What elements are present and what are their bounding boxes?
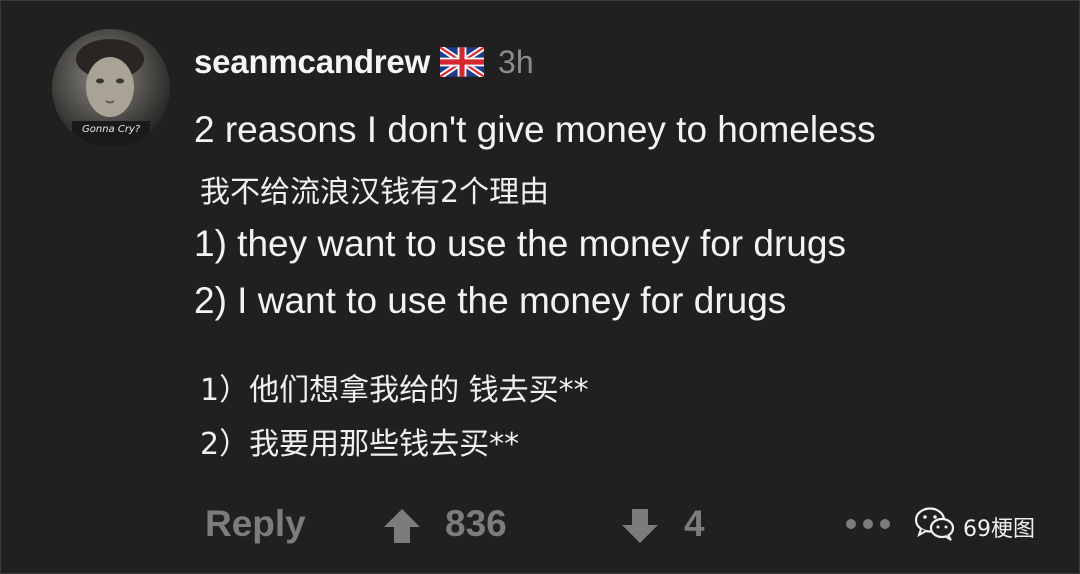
username[interactable]: seanmcandrew [194, 43, 430, 81]
downvote-count: 4 [684, 503, 705, 544]
comment-text-line: 2 reasons I don't give money to homeless [194, 109, 876, 150]
comment-header: seanmcandrew 3h [194, 39, 534, 85]
wechat-icon [914, 505, 956, 548]
uk-flag-icon [438, 44, 486, 80]
timestamp: 3h [498, 43, 534, 80]
comment-card: Gonna Cry? seanmcandrew 3h 2 reasons I d… [0, 0, 1080, 574]
comment-text-line: 1) they want to use the money for drugs [194, 223, 846, 264]
reply-button[interactable]: Reply [205, 503, 306, 545]
watermark-text: 69梗图 [963, 517, 1035, 542]
upvote-count: 836 [445, 503, 507, 544]
comment-text-line: 2) I want to use the money for drugs [194, 280, 787, 321]
more-dots-icon[interactable] [846, 519, 890, 529]
comment-actions: Reply 836 4 69梗图 [1, 499, 1080, 555]
arrow-down-icon[interactable] [620, 507, 660, 550]
comment-translation-line: 2）我要用那些钱去买** [200, 427, 520, 462]
comment-translation-line: 我不给流浪汉钱有2个理由 [200, 175, 550, 210]
comment-translation-line: 1）他们想拿我给的 钱去买** [200, 373, 589, 408]
avatar-caption: Gonna Cry? [82, 124, 141, 135]
arrow-up-icon[interactable] [382, 507, 422, 550]
avatar[interactable]: Gonna Cry? [52, 29, 170, 147]
